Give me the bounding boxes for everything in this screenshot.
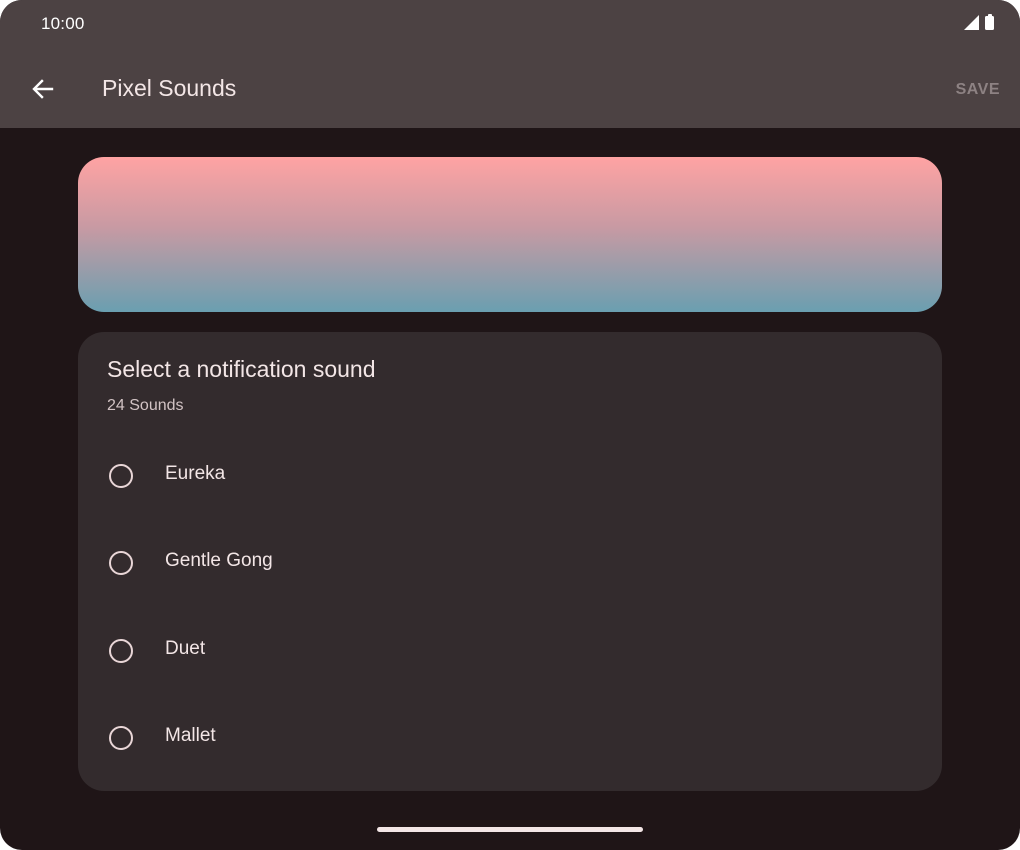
sound-option-label: Mallet bbox=[165, 725, 216, 746]
card-title: Select a notification sound bbox=[107, 356, 376, 382]
radio-button[interactable] bbox=[109, 639, 133, 663]
sound-option-label: Duet bbox=[165, 638, 206, 659]
arrow-back-icon bbox=[32, 79, 54, 99]
sound-preview-banner bbox=[78, 157, 942, 312]
status-time: 10:00 bbox=[41, 14, 85, 33]
back-button[interactable] bbox=[24, 70, 62, 108]
radio-button[interactable] bbox=[109, 551, 133, 575]
sound-option-gentle-gong[interactable]: Gentle Gong bbox=[78, 533, 942, 593]
sound-option-label: Eureka bbox=[165, 463, 226, 484]
sound-count: 24 Sounds bbox=[107, 397, 184, 414]
battery-icon bbox=[985, 14, 994, 30]
status-bar: 10:00 bbox=[0, 0, 1020, 48]
notification-sound-card: Select a notification sound 24 Sounds Eu… bbox=[78, 332, 942, 791]
sound-option-label: Gentle Gong bbox=[165, 550, 273, 571]
device-screen: 10:00 Pixel Sounds SAVE Select a notific… bbox=[0, 0, 1020, 850]
save-button[interactable]: SAVE bbox=[956, 81, 1000, 99]
signal-icon bbox=[964, 15, 979, 30]
radio-button[interactable] bbox=[109, 464, 133, 488]
sound-option-mallet[interactable]: Mallet bbox=[78, 708, 942, 768]
app-bar: Pixel Sounds SAVE bbox=[0, 48, 1020, 128]
sound-option-duet[interactable]: Duet bbox=[78, 621, 942, 681]
status-icons bbox=[964, 14, 994, 30]
radio-button[interactable] bbox=[109, 726, 133, 750]
sound-option-eureka[interactable]: Eureka bbox=[78, 446, 942, 506]
page-title: Pixel Sounds bbox=[102, 75, 237, 101]
gesture-nav-handle[interactable] bbox=[377, 827, 643, 832]
